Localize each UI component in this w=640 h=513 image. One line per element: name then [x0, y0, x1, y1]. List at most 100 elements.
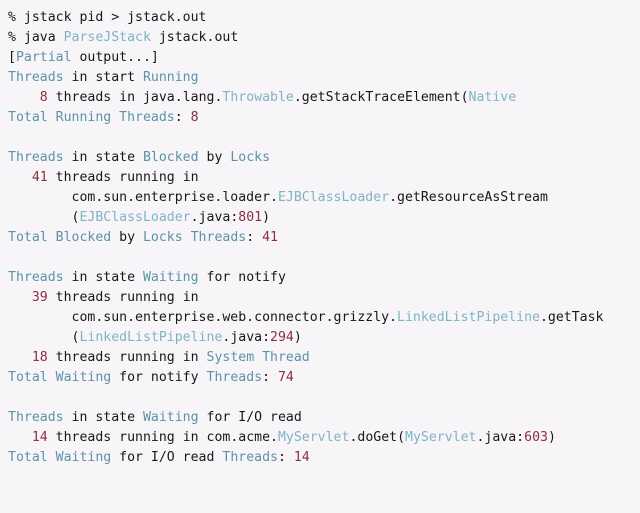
token-key: Locks Threads: [142, 230, 247, 245]
token-num: 294: [270, 330, 294, 345]
token-key: Blocked: [142, 150, 199, 165]
token-key: Partial: [15, 50, 72, 65]
token-plain: .java:: [476, 430, 525, 445]
terminal-line-waiting-io-total: Total Waiting for I/O read Threads: 14: [8, 448, 640, 468]
token-key: Waiting: [142, 410, 199, 425]
terminal-line-waiting-notify-detail-4: 18 threads running in System Thread: [8, 348, 640, 368]
token-plain: .java:: [190, 210, 239, 225]
token-plain: .getTask: [539, 310, 604, 325]
token-key: Waiting: [142, 270, 199, 285]
terminal-line-blocked-header: Threads in state Blocked by Locks: [8, 148, 640, 168]
terminal-line-running-detail-1: 8 threads in java.lang.Throwable.getStac…: [8, 88, 640, 108]
token-plain: threads running in: [47, 350, 207, 365]
token-num: 8: [190, 110, 199, 125]
terminal-line-waiting-notify-detail-2: com.sun.enterprise.web.connector.grizzly…: [8, 308, 640, 328]
terminal-line-blocked-detail-1: 41 threads running in: [8, 168, 640, 188]
token-cls: LinkedListPipeline: [79, 330, 223, 345]
token-num: 14: [31, 430, 48, 445]
terminal-line-waiting-notify-header: Threads in state Waiting for notify: [8, 268, 640, 288]
token-key: Threads: [8, 410, 64, 425]
terminal-output-pane: % jstack pid > jstack.out % java ParseJSt…: [0, 0, 640, 513]
token-plain: in start: [63, 70, 143, 85]
token-num: 74: [277, 370, 294, 385]
token-plain: in state: [63, 410, 143, 425]
token-plain: jstack.out: [150, 30, 239, 45]
token-num: 801: [238, 210, 263, 225]
terminal-line-waiting-notify-detail-3: (LinkedListPipeline.java:294): [8, 328, 640, 348]
token-cls: MyServlet: [405, 430, 477, 445]
token-cls: ParseJStack: [63, 30, 151, 45]
token-plain: threads running in com.acme.: [47, 430, 278, 445]
token-key: Threads: [8, 270, 64, 285]
token-plain: ): [547, 430, 556, 445]
token-key: System Thread: [206, 350, 310, 365]
token-plain: in state: [63, 150, 143, 165]
token-cls: LinkedListPipeline: [397, 310, 540, 325]
terminal-line-blank-1: [8, 128, 640, 148]
token-num: 41: [31, 170, 48, 185]
token-plain: threads in java.lang.: [47, 90, 223, 105]
token-plain: in state: [63, 270, 143, 285]
token-plain: for notify: [198, 270, 286, 285]
token-plain: % jstack pid > jstack.out: [8, 10, 207, 25]
terminal-line-waiting-notify-detail-1: 39 threads running in: [8, 288, 640, 308]
token-cls: EJBClassLoader: [79, 210, 191, 225]
token-plain: :: [174, 110, 191, 125]
terminal-line-running-header: Threads in start Running: [8, 68, 640, 88]
token-key: Total Waiting: [8, 450, 112, 465]
token-num: 18: [31, 350, 48, 365]
token-plain: com.sun.enterprise.web.connector.grizzly…: [8, 310, 398, 325]
terminal-line-waiting-notify-total: Total Waiting for notify Threads: 74: [8, 368, 640, 388]
token-key: Total Waiting: [8, 370, 112, 385]
token-plain: .getStackTraceElement(: [293, 90, 469, 105]
token-plain: :: [262, 370, 278, 385]
token-plain: ): [293, 330, 302, 345]
token-key: Running: [142, 70, 199, 85]
token-num: 41: [262, 230, 278, 245]
token-key: Threads: [206, 370, 263, 385]
token-cls: Native: [468, 90, 517, 105]
token-plain: for notify: [111, 370, 207, 385]
token-key: Total Running Threads: [8, 110, 175, 125]
terminal-line-blank-3: [8, 388, 640, 408]
terminal-line-waiting-io-header: Threads in state Waiting for I/O read: [8, 408, 640, 428]
token-plain: output...]: [71, 50, 159, 65]
terminal-line-blank-2: [8, 248, 640, 268]
token-plain: .doGet(: [349, 430, 406, 445]
terminal-line-running-total: Total Running Threads: 8: [8, 108, 640, 128]
token-plain: (: [8, 330, 80, 345]
token-num: 603: [524, 430, 548, 445]
token-plain: .java:: [222, 330, 271, 345]
token-cls: Throwable: [222, 90, 294, 105]
token-plain: :: [246, 230, 263, 245]
token-key: Threads: [222, 450, 278, 465]
token-plain: % java: [8, 30, 64, 45]
token-plain: by: [111, 230, 143, 245]
token-plain: .getResourceAsStream: [389, 190, 548, 205]
token-num: 39: [31, 290, 48, 305]
terminal-line-cmd-parsejstack: % java ParseJStack jstack.out: [8, 28, 640, 48]
terminal-line-blocked-detail-3: (EJBClassLoader.java:801): [8, 208, 640, 228]
token-plain: ): [262, 210, 271, 225]
token-plain: for I/O read: [111, 450, 223, 465]
token-cls: EJBClassLoader: [277, 190, 390, 205]
token-key: Locks: [230, 150, 271, 165]
token-plain: threads running in: [47, 290, 199, 305]
token-plain: com.sun.enterprise.loader.: [8, 190, 278, 205]
token-plain: :: [277, 450, 294, 465]
terminal-line-blocked-total: Total Blocked by Locks Threads: 41: [8, 228, 640, 248]
token-key: Threads: [8, 70, 64, 85]
token-cls: MyServlet: [277, 430, 350, 445]
token-plain: by: [198, 150, 231, 165]
terminal-line-blocked-detail-2: com.sun.enterprise.loader.EJBClassLoader…: [8, 188, 640, 208]
token-num: 8: [39, 90, 48, 105]
terminal-line-partial-output-note: [Partial output...]: [8, 48, 640, 68]
token-key: Total Blocked: [8, 230, 112, 245]
token-plain: for I/O read: [198, 410, 302, 425]
token-plain: threads running in: [47, 170, 199, 185]
